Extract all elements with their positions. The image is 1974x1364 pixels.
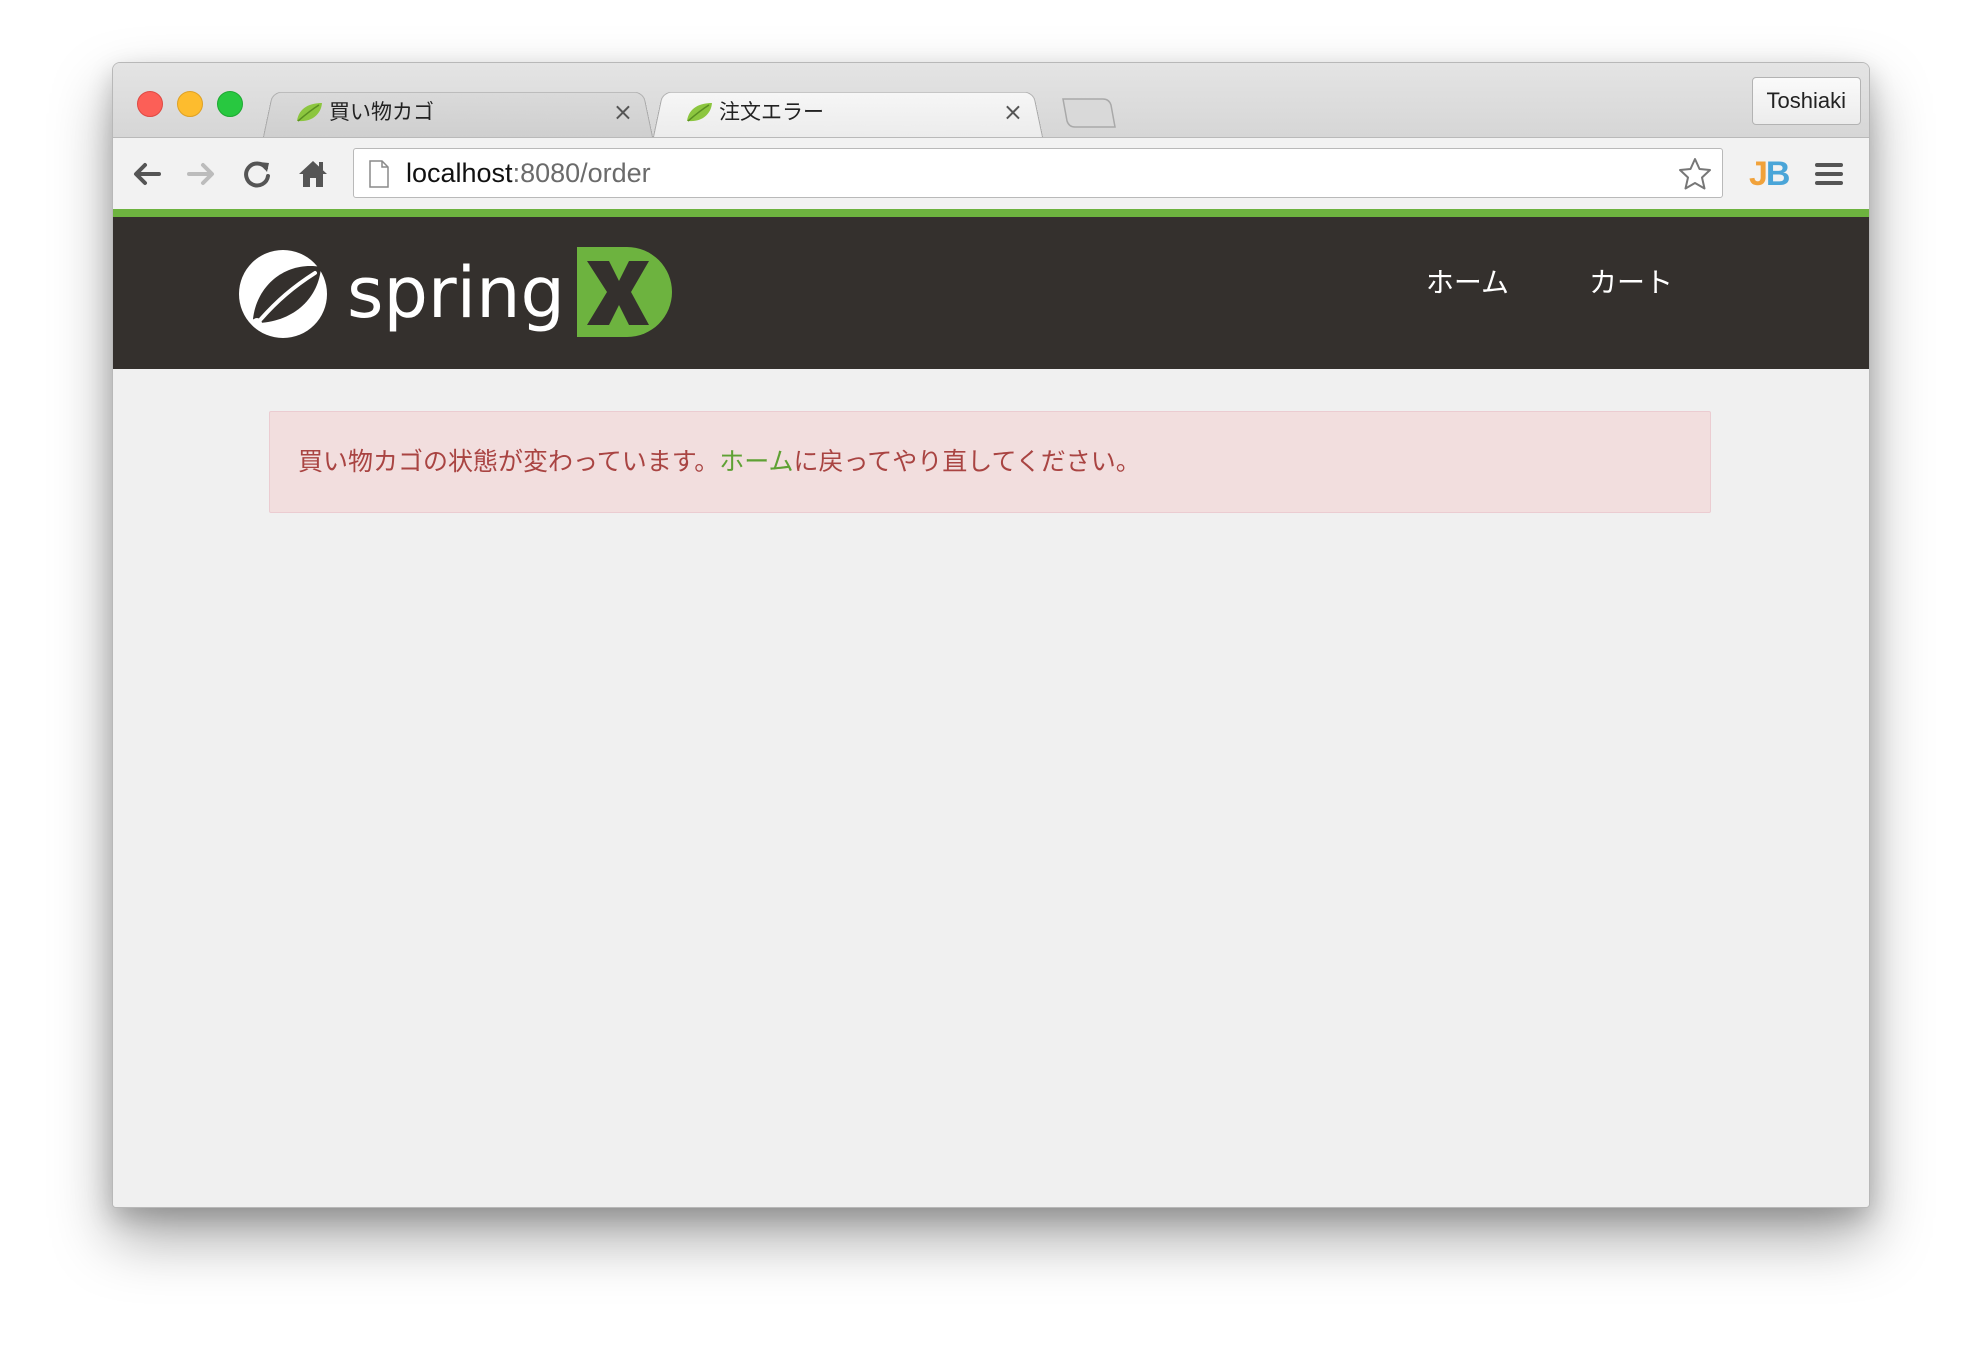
nav-home-link[interactable]: ホーム (1426, 263, 1509, 303)
nav-cart-link[interactable]: カート (1589, 263, 1673, 303)
tab-title: 注文エラー (719, 97, 824, 127)
spring-leaf-icon (685, 101, 713, 123)
main-nav: ホーム カート (1426, 263, 1673, 303)
profile-button[interactable]: Toshiaki (1752, 77, 1861, 125)
url-text: localhost:8080/order (406, 149, 651, 197)
browser-window: 買い物カゴ × 注文エラー × Toshiaki localhost:8080/… (112, 62, 1870, 1208)
jetbrains-extension-icon[interactable]: JB (1749, 152, 1788, 196)
close-tab-icon[interactable]: × (1003, 97, 1023, 127)
new-tab-button[interactable] (1061, 97, 1117, 129)
tab-title: 買い物カゴ (329, 97, 434, 127)
site-header: spring ホーム カート (113, 217, 1869, 369)
address-bar[interactable]: localhost:8080/order (353, 148, 1723, 198)
spring-logo[interactable]: spring (237, 239, 697, 349)
url-host: localhost (406, 158, 513, 188)
url-path: :8080/order (513, 158, 651, 188)
tab-strip: 買い物カゴ × 注文エラー × Toshiaki (113, 63, 1869, 137)
alert-home-link[interactable]: ホーム (719, 447, 793, 476)
alert-text-after: に戻ってやり直してください。 (794, 447, 1141, 476)
accent-bar (113, 209, 1869, 217)
alert-text-before: 買い物カゴの状態が変わっています。 (298, 447, 719, 476)
home-icon[interactable] (295, 156, 331, 192)
maximize-window-button[interactable] (217, 91, 243, 117)
spring-leaf-icon (295, 101, 323, 123)
back-arrow-icon[interactable] (129, 156, 165, 192)
menu-icon[interactable] (1813, 160, 1845, 188)
web-page: spring ホーム カート 買い物カゴの状態が変わっています。ホームに戻ってや… (113, 209, 1869, 1207)
forward-arrow-icon[interactable] (183, 156, 219, 192)
bookmark-star-icon[interactable] (1678, 157, 1712, 191)
close-tab-icon[interactable]: × (613, 97, 633, 127)
tab-order-error[interactable]: 注文エラー × (653, 87, 1043, 137)
browser-toolbar: localhost:8080/order JB (113, 137, 1869, 210)
reload-icon[interactable] (239, 156, 275, 192)
tab-cart[interactable]: 買い物カゴ × (263, 87, 653, 137)
minimize-window-button[interactable] (177, 91, 203, 117)
page-icon (368, 160, 390, 188)
error-alert: 買い物カゴの状態が変わっています。ホームに戻ってやり直してください。 (269, 411, 1711, 513)
spring-x-icon (577, 247, 672, 337)
logo-wordmark: spring (347, 252, 565, 334)
close-window-button[interactable] (137, 91, 163, 117)
